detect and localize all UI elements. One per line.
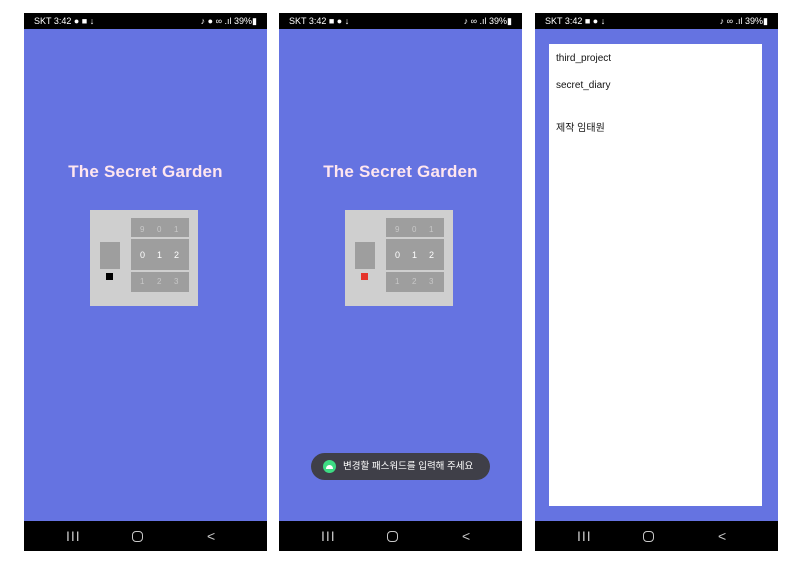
combination-lock: 901 012 123 xyxy=(345,210,453,306)
status-left: SKT 3:42 ■ ● ↓ xyxy=(289,16,350,26)
author-credit: 제작 임태원 xyxy=(556,123,605,134)
navigation-bar: III < xyxy=(535,521,778,551)
project-name: third_project xyxy=(556,53,612,64)
status-right: ♪ ∞ .ıl 39%▮ xyxy=(463,16,512,26)
status-bar: SKT 3:42 ■ ● ↓ ♪ ∞ .ıl 39%▮ xyxy=(279,13,522,29)
toast-text: 변경할 패스워드를 입력해 주세요 xyxy=(343,461,474,472)
combination-lock: 901 012 123 xyxy=(90,210,198,306)
back-button[interactable]: < xyxy=(207,521,215,551)
phone-screen-lock-toast: SKT 3:42 ■ ● ↓ ♪ ∞ .ıl 39%▮ The Secret G… xyxy=(279,13,522,551)
app-name: secret_diary xyxy=(556,80,611,91)
home-icon xyxy=(132,530,143,542)
home-button[interactable] xyxy=(387,521,400,551)
status-right: ♪ ● ∞ .ıl 39%▮ xyxy=(200,16,257,26)
lock-indicator xyxy=(361,273,368,280)
dial-row-previous[interactable]: 901 xyxy=(386,218,444,237)
recent-apps-button[interactable]: III xyxy=(321,521,336,551)
lock-handle xyxy=(100,242,120,269)
phone-screen-about: SKT 3:42 ■ ● ↓ ♪ ∞ .ıl 39%▮ third_projec… xyxy=(535,13,778,551)
dial-row-current[interactable]: 012 xyxy=(131,239,189,270)
navigation-bar: III < xyxy=(279,521,522,551)
toast-message: 변경할 패스워드를 입력해 주세요 xyxy=(311,453,490,480)
lock-indicator xyxy=(106,273,113,280)
home-icon xyxy=(643,530,654,542)
phone-screen-lock: SKT 3:42 ● ■ ↓ ♪ ● ∞ .ıl 39%▮ The Secret… xyxy=(24,13,267,551)
android-icon xyxy=(323,460,336,473)
dial-row-next[interactable]: 123 xyxy=(386,272,444,292)
lock-handle xyxy=(355,242,375,269)
home-icon xyxy=(387,530,398,542)
dial-row-previous[interactable]: 901 xyxy=(131,218,189,237)
back-button[interactable]: < xyxy=(718,521,726,551)
app-title: The Secret Garden xyxy=(323,162,478,181)
status-right: ♪ ∞ .ıl 39%▮ xyxy=(719,16,768,26)
recent-apps-button[interactable]: III xyxy=(66,521,81,551)
dial-row-current[interactable]: 012 xyxy=(386,239,444,270)
app-title: The Secret Garden xyxy=(68,162,223,181)
info-panel: third_project secret_diary 제작 임태원 xyxy=(549,44,762,506)
home-button[interactable] xyxy=(132,521,145,551)
back-button[interactable]: < xyxy=(462,521,470,551)
dial-row-next[interactable]: 123 xyxy=(131,272,189,292)
status-left: SKT 3:42 ● ■ ↓ xyxy=(34,16,95,26)
status-left: SKT 3:42 ■ ● ↓ xyxy=(545,16,606,26)
home-button[interactable] xyxy=(643,521,656,551)
status-bar: SKT 3:42 ■ ● ↓ ♪ ∞ .ıl 39%▮ xyxy=(535,13,778,29)
status-bar: SKT 3:42 ● ■ ↓ ♪ ● ∞ .ıl 39%▮ xyxy=(24,13,267,29)
recent-apps-button[interactable]: III xyxy=(577,521,592,551)
navigation-bar: III < xyxy=(24,521,267,551)
